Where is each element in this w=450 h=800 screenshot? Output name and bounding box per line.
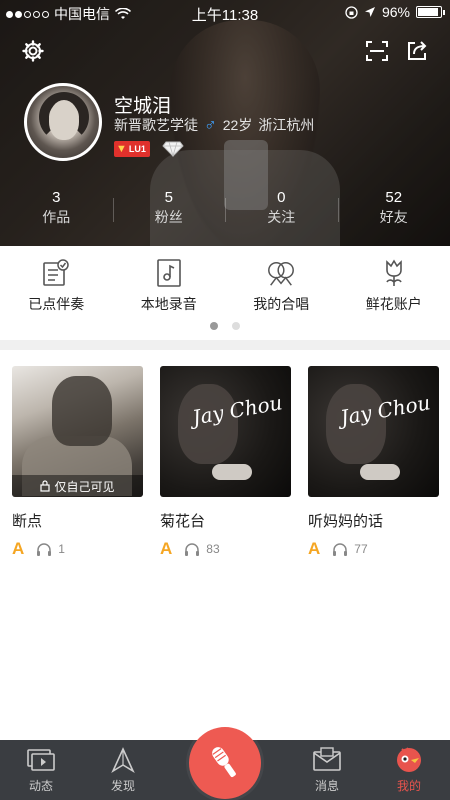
tab-discover[interactable]: 发现 — [82, 740, 164, 800]
stat-fans[interactable]: 5 粉丝 — [112, 188, 226, 232]
song-cover: Jay Chou — [308, 366, 439, 497]
location-icon — [364, 7, 375, 17]
song-meta: A 83 — [160, 539, 291, 559]
stat-friends[interactable]: 52 好友 — [337, 188, 450, 232]
song-meta: A 1 — [12, 539, 143, 559]
tab-label: 我的 — [396, 779, 421, 793]
battery-icon — [416, 6, 445, 18]
song-grade: A — [160, 539, 173, 558]
cover-image — [212, 464, 252, 480]
menu-item-label: 本地录音 — [140, 296, 197, 312]
status-bar: 中国电信 上午11:38 96% — [0, 0, 450, 26]
cover-image — [52, 376, 112, 446]
share-icon[interactable] — [404, 38, 430, 64]
avatar-image — [49, 100, 79, 140]
badges: ▼ LU1 — [114, 141, 184, 157]
menu-item-my-duets[interactable]: 我的合唱 — [225, 258, 338, 316]
menu-item-requested-accompaniment[interactable]: 已点伴奏 — [0, 258, 113, 316]
private-label: 仅自己可见 — [54, 479, 115, 494]
stat-value: 3 — [52, 189, 61, 206]
stat-value: 0 — [277, 189, 286, 206]
section-divider — [0, 340, 450, 350]
stat-label: 好友 — [379, 209, 408, 225]
menu-item-flower-account[interactable]: 鲜花账户 — [338, 258, 450, 316]
song-title: 菊花台 — [160, 513, 206, 530]
private-overlay: 仅自己可见 — [12, 475, 143, 497]
duet-icon — [266, 258, 296, 288]
menu-item-label: 鲜花账户 — [365, 296, 422, 312]
song-meta: A 77 — [308, 539, 439, 559]
menu-item-label: 已点伴奏 — [28, 296, 85, 312]
stat-label: 关注 — [267, 209, 296, 225]
level-label: LU1 — [128, 144, 146, 154]
menu-item-label: 我的合唱 — [253, 296, 310, 312]
settings-gear-icon[interactable] — [20, 38, 46, 64]
song-title: 听妈妈的话 — [308, 513, 384, 530]
checklist-icon — [41, 258, 71, 288]
headphones-icon — [37, 543, 52, 556]
diamond-icon[interactable] — [162, 141, 184, 157]
stat-label: 作品 — [42, 209, 71, 225]
song-card[interactable]: Jay Chou 菊花台 A 83 — [160, 366, 291, 559]
flower-icon — [379, 258, 409, 288]
user-age: 22岁 — [222, 117, 253, 133]
profile-subline: 新晋歌艺学徒 ♂ 22岁 浙江杭州 — [114, 115, 314, 135]
song-grade: A — [12, 539, 25, 558]
song-card[interactable]: 仅自己可见 断点 A 1 — [12, 366, 143, 559]
tab-label: 发现 — [110, 779, 135, 793]
profile-icon — [397, 747, 421, 772]
avatar[interactable] — [24, 83, 102, 161]
tab-label: 消息 — [314, 779, 339, 793]
feed-icon — [27, 749, 55, 771]
tab-messages[interactable]: 消息 — [286, 740, 368, 800]
music-note-icon — [154, 258, 184, 288]
headphones-icon — [333, 543, 348, 556]
username: 空城泪 — [114, 96, 172, 117]
stat-label: 粉丝 — [154, 209, 183, 225]
scan-icon[interactable] — [364, 38, 390, 64]
battery-percent: 96% — [381, 4, 410, 20]
tab-label: 动态 — [28, 779, 53, 793]
song-cover: Jay Chou — [160, 366, 291, 497]
message-icon — [313, 747, 341, 771]
song-grade: A — [308, 539, 321, 558]
lock-icon — [40, 480, 51, 492]
male-gender-icon: ♂ — [204, 115, 217, 134]
page-dot-active — [210, 322, 218, 330]
song-play-count: 1 — [58, 542, 65, 556]
song-title: 断点 — [12, 513, 43, 530]
level-badge[interactable]: ▼ LU1 — [114, 141, 150, 157]
page-indicator — [0, 322, 450, 330]
song-cover: 仅自己可见 — [12, 366, 143, 497]
menu-item-local-recording[interactable]: 本地录音 — [113, 258, 226, 316]
microphone-icon — [212, 747, 236, 778]
song-play-count: 83 — [206, 542, 220, 556]
rotation-lock-icon — [345, 5, 358, 19]
user-title: 新晋歌艺学徒 — [114, 117, 198, 133]
stats-row: 3 作品 5 粉丝 0 关注 52 好友 — [0, 188, 450, 232]
stat-following[interactable]: 0 关注 — [225, 188, 338, 232]
tab-feed[interactable]: 动态 — [0, 740, 82, 800]
page-dot — [232, 322, 240, 330]
sing-microphone-button[interactable] — [189, 727, 261, 799]
level-chevron-icon: ▼ — [116, 143, 127, 155]
headphones-icon — [185, 543, 200, 556]
discover-icon — [111, 747, 135, 773]
stat-value: 52 — [385, 189, 403, 206]
stat-value: 5 — [164, 189, 173, 206]
user-location: 浙江杭州 — [258, 117, 315, 133]
tab-profile[interactable]: 我的 — [368, 740, 450, 800]
song-grid: 仅自己可见 断点 A 1 Jay Chou 菊花台 A 83 Jay Chou … — [12, 366, 440, 559]
song-card[interactable]: Jay Chou 听妈妈的话 A 77 — [308, 366, 439, 559]
stat-works[interactable]: 3 作品 — [0, 188, 113, 232]
song-play-count: 77 — [354, 542, 368, 556]
feature-menu: 已点伴奏 本地录音 我的合唱 鲜花账户 — [0, 258, 450, 316]
cover-image — [360, 464, 400, 480]
